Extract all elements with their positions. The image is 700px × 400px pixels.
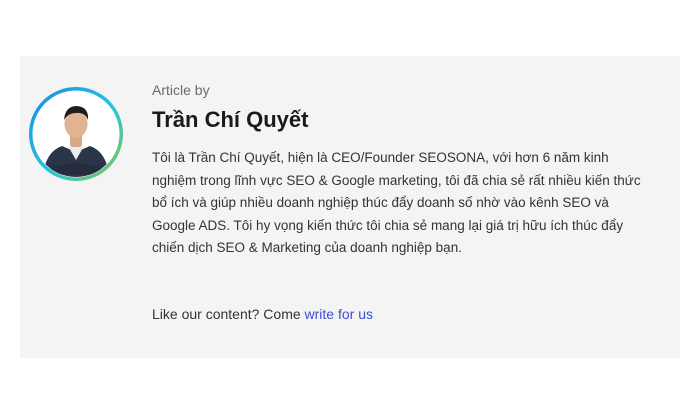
author-info: Article by Trần Chí Quyết Tôi là Trần Ch… — [152, 80, 660, 260]
author-card: Article by Trần Chí Quyết Tôi là Trần Ch… — [20, 56, 680, 358]
cta-text: Like our content? Come — [152, 306, 305, 322]
byline-label: Article by — [152, 82, 210, 98]
write-for-us-link[interactable]: write for us — [305, 306, 373, 322]
avatar — [28, 86, 124, 182]
author-bio: Tôi là Trần Chí Quyết, hiện là CEO/Found… — [152, 150, 641, 255]
write-for-us-cta: Like our content? Come write for us — [152, 304, 373, 324]
author-name: Trần Chí Quyết — [152, 107, 309, 132]
